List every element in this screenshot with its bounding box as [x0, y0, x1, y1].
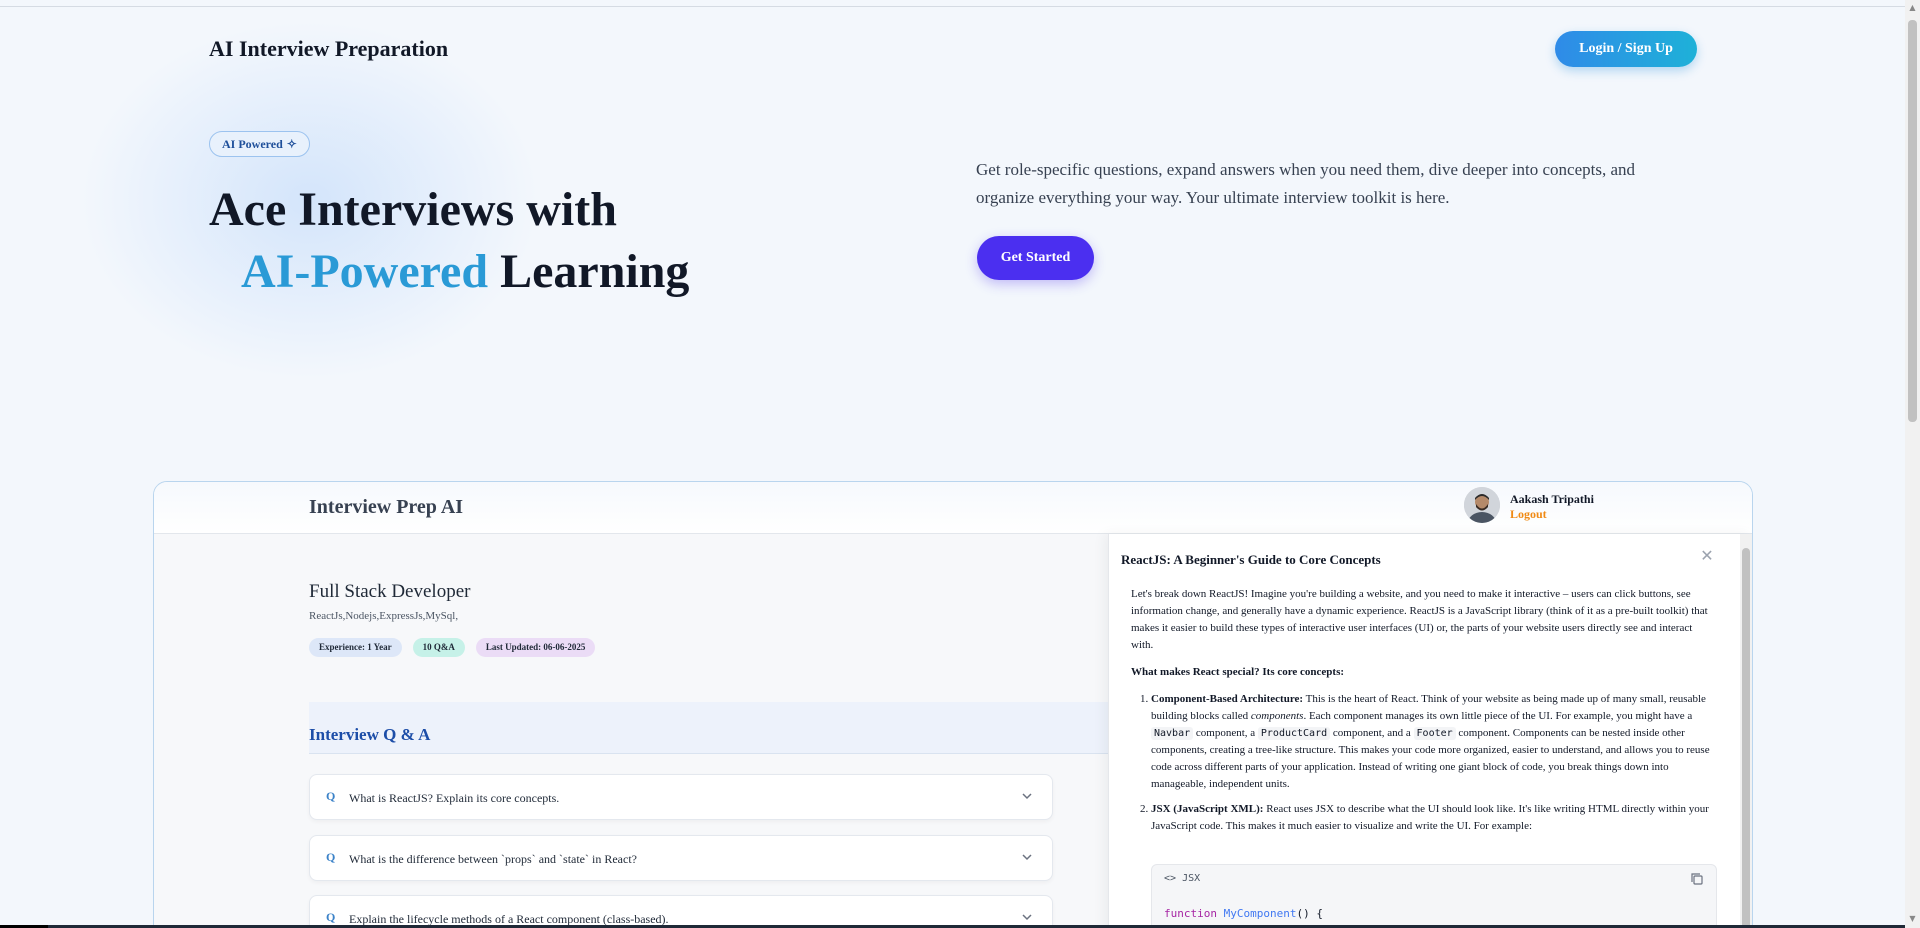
preview-app-title[interactable]: Interview Prep AI	[309, 496, 463, 519]
avatar-image	[1464, 487, 1500, 523]
code-brackets-icon: <>	[1164, 873, 1177, 884]
badge-label: AI Powered	[222, 137, 283, 151]
inline-code: Navbar	[1151, 727, 1194, 740]
avatar	[1464, 487, 1500, 523]
hero-headline-accent: AI-Powered	[241, 245, 489, 298]
code-block: <> JSX function MyComponent() {	[1151, 864, 1717, 928]
concept-term: JSX (JavaScript XML):	[1151, 803, 1264, 815]
inline-code: ProductCard	[1257, 727, 1331, 740]
logout-link[interactable]: Logout	[1510, 507, 1547, 522]
session-tags: Experience: 1 Year 10 Q&A Last Updated: …	[309, 638, 596, 657]
ai-powered-badge: AI Powered ✧	[209, 131, 310, 157]
question-text: What is ReactJS? Explain its core concep…	[349, 791, 560, 805]
inline-code: Footer	[1413, 727, 1456, 740]
concept-text: component, a	[1193, 727, 1258, 739]
drawer-title: ReactJS: A Beginner's Guide to Core Conc…	[1121, 552, 1381, 567]
concept-item: JSX (JavaScript XML): React uses JSX to …	[1151, 801, 1716, 835]
qa-count-tag: 10 Q&A	[412, 638, 465, 657]
page-scrollbar-thumb[interactable]	[1908, 20, 1917, 422]
scroll-up-arrow-icon[interactable]: ▲	[1908, 3, 1917, 12]
sparkle-icon: ✧	[286, 137, 297, 151]
qa-section-title: Interview Q & A	[309, 725, 431, 744]
code-language: <> JSX	[1164, 873, 1200, 884]
concept-text: . Each component manages its own little …	[1303, 710, 1693, 722]
concept-list: Component-Based Architecture: This is th…	[1131, 691, 1716, 835]
question-marker: Q	[326, 850, 336, 864]
code-keyword: function	[1164, 907, 1217, 920]
chevron-down-icon[interactable]	[1020, 789, 1034, 803]
drawer-subheading: What makes React special? Its core conce…	[1131, 666, 1345, 678]
concept-term: Component-Based Architecture:	[1151, 693, 1304, 705]
login-signup-button[interactable]: Login / Sign Up	[1555, 31, 1697, 67]
concept-item: Component-Based Architecture: This is th…	[1151, 691, 1716, 793]
hero-headline-line1: Ace Interviews with	[209, 183, 617, 236]
hero-description: Get role-specific questions, expand answ…	[976, 160, 1636, 207]
page-scrollbar[interactable]: ▲ ▼	[1905, 0, 1920, 928]
question-card[interactable]: Q What is the difference between `props`…	[309, 835, 1053, 881]
site-title: AI Interview Preparation	[209, 36, 449, 61]
user-name: Aakash Tripathi	[1510, 492, 1594, 506]
top-divider	[0, 6, 1905, 7]
code-language-label: JSX	[1182, 873, 1201, 884]
code-rest: () {	[1296, 907, 1323, 920]
hero-headline-line2: AI-Powered Learning	[241, 244, 689, 299]
get-started-button[interactable]: Get Started	[977, 236, 1094, 280]
experience-tag: Experience: 1 Year	[309, 638, 402, 657]
hero-headline-rest: Learning	[500, 245, 690, 298]
question-card[interactable]: Q Explain the lifecycle methods of a Rea…	[309, 895, 1053, 928]
drawer-intro: Let's break down ReactJS! Imagine you're…	[1131, 588, 1708, 651]
close-icon[interactable]: ✕	[1699, 549, 1715, 565]
session-role-title: Full Stack Developer	[309, 581, 471, 602]
concept-text: component, and a	[1330, 727, 1414, 739]
question-marker: Q	[326, 789, 336, 803]
app-preview: Interview Prep AI Aakash Tripathi Logout…	[153, 481, 1753, 928]
concept-drawer: ReactJS: A Beginner's Guide to Core Conc…	[1108, 534, 1752, 928]
copy-icon[interactable]	[1690, 872, 1704, 886]
scroll-down-arrow-icon[interactable]: ▼	[1908, 914, 1917, 923]
question-marker: Q	[326, 910, 336, 924]
chevron-down-icon[interactable]	[1020, 850, 1034, 864]
preview-navbar: Interview Prep AI Aakash Tripathi Logout	[154, 482, 1752, 534]
code-function-name: MyComponent	[1223, 907, 1297, 920]
question-card[interactable]: Q What is ReactJS? Explain its core conc…	[309, 774, 1053, 820]
drawer-scrollbar[interactable]	[1740, 534, 1752, 928]
code-line: function MyComponent() {	[1164, 907, 1323, 920]
drawer-scrollbar-thumb[interactable]	[1742, 548, 1750, 928]
question-text: What is the difference between `props` a…	[349, 852, 637, 866]
concept-emphasis: components	[1250, 710, 1304, 722]
chevron-down-icon[interactable]	[1020, 910, 1034, 924]
drawer-content: Let's break down ReactJS! Imagine you're…	[1131, 586, 1716, 843]
last-updated-tag: Last Updated: 06-06-2025	[475, 638, 596, 657]
session-skills: ReactJs,Nodejs,ExpressJs,MySql,	[309, 610, 459, 622]
